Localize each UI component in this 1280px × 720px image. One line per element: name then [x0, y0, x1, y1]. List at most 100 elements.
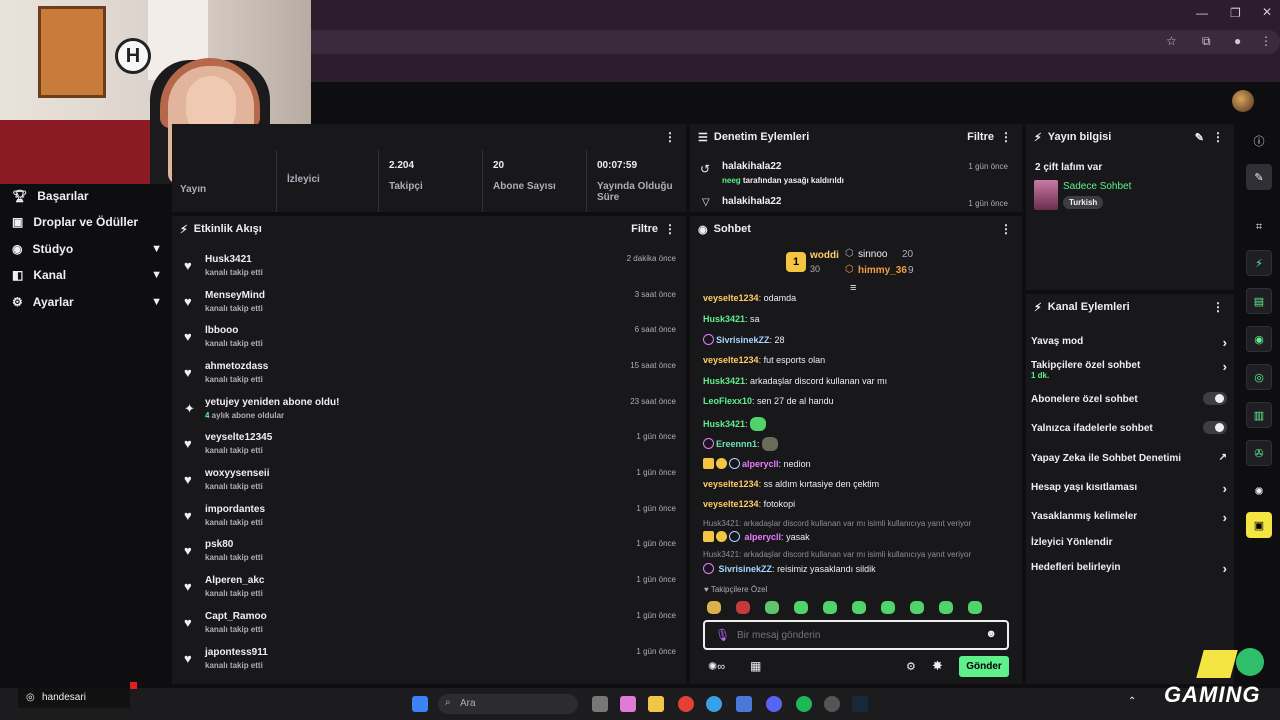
channel-action-row[interactable]: Yavaş mod › — [1031, 335, 1227, 350]
profile-icon[interactable]: ● — [1234, 34, 1241, 48]
category-thumbnail[interactable] — [1034, 180, 1058, 210]
sidebar-item-drops[interactable]: ▣ Droplar ve Ödüller — [12, 212, 162, 232]
file-explorer-icon[interactable] — [648, 696, 664, 712]
lightning-icon[interactable]: ⚡︎ — [1246, 250, 1272, 276]
chat-text: 28 — [774, 335, 785, 345]
chat-username[interactable]: LeoFlexx10 — [703, 396, 752, 406]
more-options-icon[interactable]: ⋮ — [1212, 300, 1224, 314]
chat-message-input[interactable] — [737, 628, 977, 642]
activity-row[interactable]: ♥ Capt_Ramoo kanalı takip etti 1 gün önce — [182, 609, 680, 643]
minimize-icon[interactable]: — — [1196, 6, 1208, 20]
activity-row[interactable]: ♥ impordantes kanalı takip etti 1 gün önce — [182, 502, 680, 536]
chat-username[interactable]: veyselte1234 — [703, 293, 759, 303]
sidebar-item-settings[interactable]: ⚙ Ayarlar ▼ — [12, 292, 162, 312]
crop-icon[interactable]: ⌗ — [1246, 214, 1272, 240]
channel-action-row[interactable]: Abonelere özel sohbet — [1031, 392, 1227, 405]
more-options-icon[interactable]: ⋮ — [1000, 222, 1012, 236]
microphone-icon[interactable]: 🎙︎ — [715, 628, 730, 642]
points-icon[interactable]: ✺ — [1246, 478, 1272, 504]
spotify-icon[interactable] — [796, 696, 812, 712]
taskbar-search[interactable]: ⌕ Ara — [438, 694, 578, 714]
edit-icon[interactable]: ✎ — [1246, 164, 1272, 190]
channel-action-row[interactable]: Yalnızca ifadelerle sohbet — [1031, 421, 1227, 434]
chevron-up-icon[interactable]: ⌃ — [1128, 696, 1136, 707]
task-view-icon[interactable] — [592, 696, 608, 712]
edit-icon[interactable]: ✎ — [1195, 131, 1204, 144]
info-icon[interactable]: ⓘ — [1246, 128, 1272, 154]
activity-row[interactable]: ♥ veyselte12345 kanalı takip etti 1 gün önc… — [182, 430, 680, 464]
notes-icon[interactable]: ▤ — [1246, 288, 1272, 314]
close-icon[interactable]: ✕ — [1262, 5, 1272, 19]
layout-icon[interactable]: ▥ — [1246, 402, 1272, 428]
obs-icon[interactable] — [824, 696, 840, 712]
channel-action-row[interactable]: Yasaklanmış kelimeler › — [1031, 510, 1227, 525]
activity-row[interactable]: ♥ MenseyMind kanalı takip etti 3 saat önce — [182, 288, 680, 322]
activity-row[interactable]: ♥ Alperen_akc kanalı takip etti 1 gün önce — [182, 573, 680, 607]
chat-username[interactable]: Ereennn1 — [716, 439, 757, 449]
chat-input[interactable]: 🎙︎ ☻ — [703, 620, 1009, 650]
sidebar-item-channel[interactable]: ◧ Kanal ▼ — [12, 265, 162, 285]
discord-icon[interactable] — [766, 696, 782, 712]
avatar[interactable] — [1232, 90, 1254, 112]
emote-bar[interactable] — [707, 601, 1007, 619]
gear-icon[interactable]: ⚙ — [906, 660, 916, 673]
leaderboard-user[interactable]: himmy_36 — [858, 265, 907, 276]
channel-action-row[interactable]: Takipçilere özel sohbet 1 dk. › — [1031, 359, 1227, 380]
steam-icon[interactable] — [852, 696, 868, 712]
chat-username[interactable]: Husk3421 — [703, 376, 745, 386]
activity-row[interactable]: ♥ lbbooo kanalı takip etti 6 saat önce — [182, 323, 680, 357]
chat-message: LeoFlexx10: sen 27 de al handu — [703, 396, 834, 406]
leaderboard-user[interactable]: woddi — [810, 250, 839, 261]
channel-action-row[interactable]: Yapay Zeka ile Sohbet Denetimi ↗ — [1031, 452, 1227, 464]
copilot-icon[interactable] — [620, 696, 636, 712]
wrench-icon[interactable]: ✇ — [1246, 440, 1272, 466]
activity-row[interactable]: ♥ ahmetozdass kanalı takip etti 15 saat önc… — [182, 359, 680, 393]
sidebar-item-studio[interactable]: ◉ Stüdyo ▼ — [12, 239, 162, 259]
chat-icon[interactable]: ◉ — [1246, 326, 1272, 352]
maximize-icon[interactable]: ❐ — [1230, 6, 1241, 20]
category-link[interactable]: Sadece Sohbet — [1063, 181, 1131, 192]
leaderboard-user[interactable]: sinnoo — [858, 249, 887, 260]
activity-filter-button[interactable]: Filtre — [631, 223, 658, 235]
chat-username[interactable]: Husk3421 — [703, 314, 745, 324]
edge-icon[interactable] — [706, 696, 722, 712]
toggle-switch[interactable] — [1203, 421, 1227, 434]
bookmark-star-icon[interactable]: ☆ — [1166, 34, 1177, 48]
windows-start-icon[interactable] — [412, 696, 428, 712]
extensions-icon[interactable]: ⧉ — [1202, 34, 1211, 49]
store-icon[interactable] — [736, 696, 752, 712]
chat-username[interactable]: alperycll — [742, 459, 779, 469]
channel-action-row[interactable]: Hedefleri belirleyin › — [1031, 561, 1227, 576]
sidebar-item-achievements[interactable]: 🏆︎ Başarılar — [12, 186, 162, 206]
chat-username[interactable]: veyselte1234 — [703, 479, 759, 489]
activity-row[interactable]: ♥ woxyysenseii kanalı takip etti 1 gün önce — [182, 466, 680, 500]
chat-username[interactable]: Husk3421 — [703, 419, 745, 429]
activity-row[interactable]: ♥ japontess911 kanalı takip etti 1 gün önce — [182, 645, 680, 679]
more-options-icon[interactable]: ⋮ — [664, 222, 676, 236]
tag-chip[interactable]: Turkish — [1063, 196, 1104, 209]
list-icon: ☰ — [698, 131, 708, 144]
channel-action-row[interactable]: İzleyici Yönlendir — [1031, 537, 1227, 548]
activity-row[interactable]: ♥ psk80 kanalı takip etti 1 gün önce — [182, 537, 680, 571]
emoji-icon[interactable]: ☻ — [985, 628, 997, 640]
activity-row[interactable]: ♥ Husk3421 kanalı takip etti 2 dakika önce — [182, 252, 680, 286]
mod-log-filter-button[interactable]: Filtre — [967, 131, 994, 143]
chat-username[interactable]: SivrisinekZZ — [716, 335, 770, 345]
toggle-switch[interactable] — [1203, 392, 1227, 405]
activity-time: 15 saat önce — [630, 361, 676, 370]
broadcast-icon[interactable]: ◎ — [1246, 364, 1272, 390]
chat-username[interactable]: veyselte1234 — [703, 355, 759, 365]
more-options-icon[interactable]: ⋮ — [1000, 130, 1012, 144]
store-icon[interactable]: ▦ — [750, 659, 761, 673]
points-icon[interactable]: ✺∞ — [708, 660, 725, 673]
more-options-icon[interactable]: ⋮ — [1212, 130, 1224, 144]
browser-menu-icon[interactable]: ⋮ — [1260, 34, 1272, 48]
chat-username[interactable]: veyselte1234 — [703, 499, 759, 509]
activity-row[interactable]: ✦ yetujey yeniden abone oldu! 4 aylık abon… — [182, 395, 680, 429]
channel-action-row[interactable]: Hesap yaşı kısıtlaması › — [1031, 481, 1227, 496]
clapper-icon[interactable]: ▣ — [1246, 512, 1272, 538]
send-button[interactable]: Gönder — [959, 656, 1009, 677]
more-options-icon[interactable]: ⋮ — [664, 130, 676, 144]
chrome-icon[interactable] — [678, 696, 694, 712]
sticker-icon[interactable]: ✸ — [932, 658, 943, 674]
